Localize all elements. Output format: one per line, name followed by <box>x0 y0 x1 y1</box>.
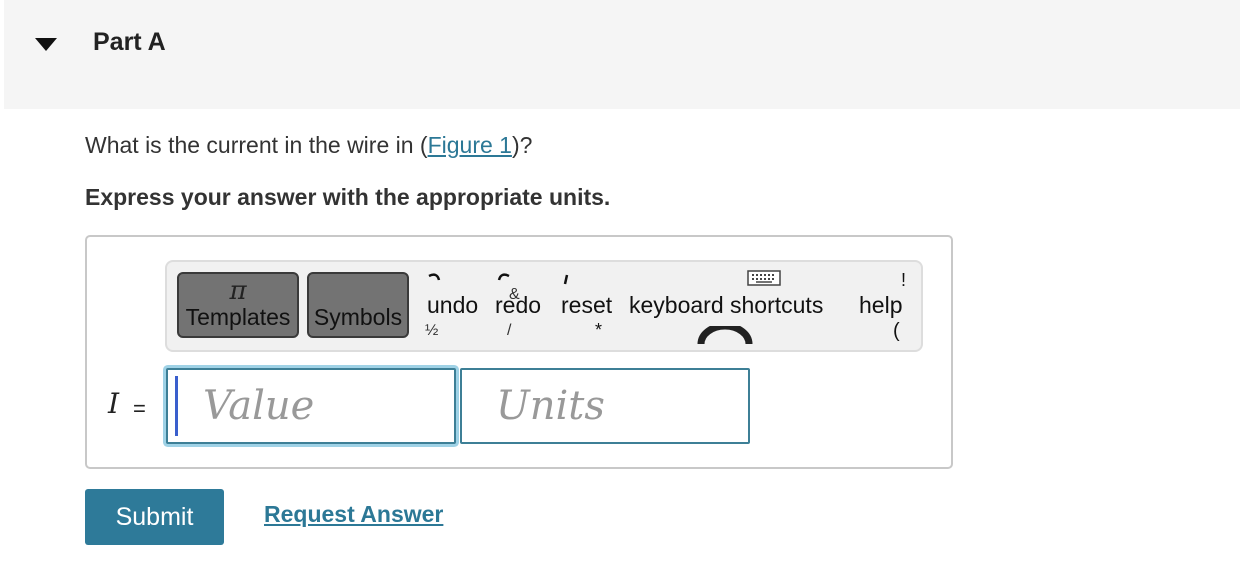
answer-instruction: Express your answer with the appropriate… <box>85 184 611 210</box>
undo-icon <box>428 273 441 281</box>
undo-button[interactable]: undo ½ <box>425 270 487 340</box>
units-input[interactable] <box>460 368 750 444</box>
help-label: help <box>859 292 903 318</box>
pi-icon: π <box>229 276 247 306</box>
undo-label: undo <box>427 292 479 318</box>
redo-label: redo <box>495 292 542 318</box>
keyboard-shortcuts-button[interactable]: keyboard shortcuts <box>629 270 851 345</box>
redo-slash-icon: / <box>507 322 512 339</box>
exclamation-icon: ! <box>901 270 907 290</box>
question-prefix: What is the current in the wire in ( <box>85 132 428 158</box>
question-page: Part A What is the current in the wire i… <box>0 0 1240 580</box>
math-toolbar: π Templates Symbols undo ½ & redo / rese… <box>165 260 923 352</box>
question-suffix: )? <box>511 132 533 158</box>
help-button[interactable]: ! help ( <box>857 270 911 342</box>
value-input[interactable] <box>166 368 456 444</box>
symbols-label: Symbols <box>313 304 403 330</box>
figure-link[interactable]: Figure 1 <box>428 132 512 158</box>
keyboard-shortcuts-label: keyboard shortcuts <box>629 292 824 318</box>
text-cursor <box>175 376 178 436</box>
reset-icon <box>563 274 569 285</box>
part-title: Part A <box>93 28 166 56</box>
part-header: Part A <box>4 0 1240 109</box>
reset-button[interactable]: reset * <box>559 270 619 340</box>
undo-glyph-icon: ½ <box>425 322 439 339</box>
help-bracket-icon: ( <box>893 320 900 342</box>
answer-box: π Templates Symbols undo ½ & redo / rese… <box>85 235 953 469</box>
keyboard-icon <box>747 270 781 286</box>
equals-sign: = <box>133 396 146 421</box>
request-answer-link[interactable]: Request Answer <box>264 501 443 528</box>
triangle-down-icon[interactable] <box>34 36 58 52</box>
reset-label: reset <box>561 292 613 318</box>
question-text: What is the current in the wire in (Figu… <box>85 132 532 159</box>
redo-button[interactable]: & redo / <box>493 270 553 340</box>
variable-label: I <box>108 387 120 420</box>
asterisk-icon: * <box>595 320 603 340</box>
templates-label: Templates <box>185 304 291 330</box>
submit-button[interactable]: Submit <box>85 489 224 545</box>
templates-button[interactable]: π Templates <box>177 272 299 338</box>
spinner-icon <box>697 326 753 345</box>
symbols-button[interactable]: Symbols <box>307 272 409 338</box>
